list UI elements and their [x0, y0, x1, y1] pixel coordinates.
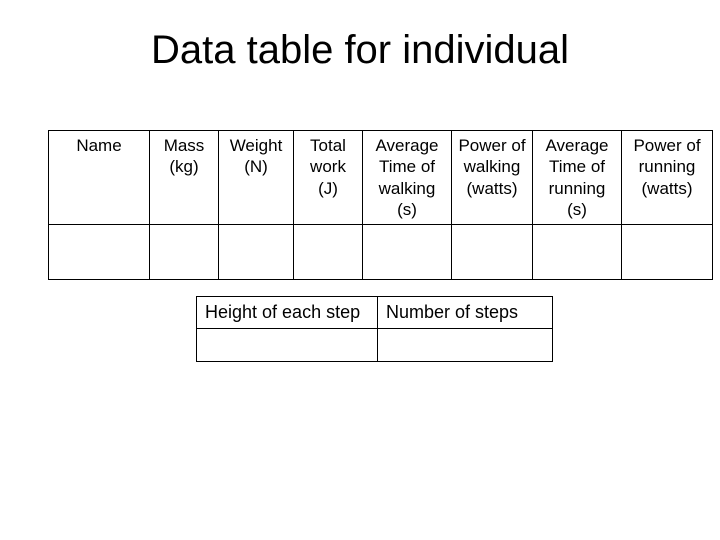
cell-weight [219, 225, 294, 280]
cell-avg-run-time [533, 225, 622, 280]
cell-step-height [197, 328, 378, 361]
cell-total-work [294, 225, 363, 280]
col-header-avg-walk-time: Average Time of walking (s) [363, 131, 452, 225]
table-header-row: Height of each step Number of steps [197, 297, 553, 329]
col-header-power-walk: Power of walking (watts) [452, 131, 533, 225]
col-header-step-height: Height of each step [197, 297, 378, 329]
page-title: Data table for individual [0, 0, 720, 73]
cell-name [49, 225, 150, 280]
col-header-total-work: Total work (J) [294, 131, 363, 225]
sub-data-table: Height of each step Number of steps [196, 296, 553, 362]
col-header-name: Name [49, 131, 150, 225]
col-header-power-run: Power of running (watts) [622, 131, 713, 225]
cell-power-walk [452, 225, 533, 280]
table-header-row: Name Mass (kg) Weight (N) Total work (J)… [49, 131, 713, 225]
cell-avg-walk-time [363, 225, 452, 280]
col-header-weight: Weight (N) [219, 131, 294, 225]
table-row [49, 225, 713, 280]
col-header-num-steps: Number of steps [378, 297, 553, 329]
table-row [197, 328, 553, 361]
cell-mass [150, 225, 219, 280]
cell-num-steps [378, 328, 553, 361]
col-header-avg-run-time: Average Time of running (s) [533, 131, 622, 225]
main-data-table: Name Mass (kg) Weight (N) Total work (J)… [48, 130, 713, 280]
cell-power-run [622, 225, 713, 280]
col-header-mass: Mass (kg) [150, 131, 219, 225]
